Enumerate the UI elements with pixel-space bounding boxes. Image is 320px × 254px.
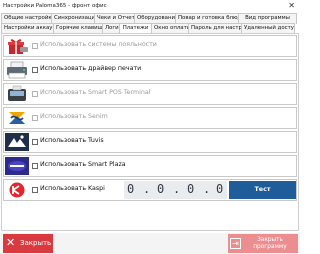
loyalty-label: Использовать системы лояльности <box>40 41 157 48</box>
print-driver-label: Использовать драйвер печати <box>40 65 142 72</box>
ip-octet-4[interactable]: 0 <box>216 182 223 196</box>
test-connection-button[interactable]: Тест подключения <box>229 181 296 211</box>
smart-pos-label: Использовать Smart POS Terminal <box>40 89 151 96</box>
loyalty-checkbox[interactable] <box>32 43 38 49</box>
senim-checkbox[interactable] <box>32 115 38 121</box>
kaspi-logo-icon <box>5 181 29 199</box>
kaspi-label: Использовать Kaspi <box>40 185 105 192</box>
print-driver-checkbox[interactable] <box>32 67 38 73</box>
ip-octet-3[interactable]: 0 <box>187 182 194 196</box>
smart-pos-checkbox[interactable] <box>32 91 38 97</box>
kaspi-checkbox[interactable] <box>32 187 38 193</box>
tuvis-logo-icon <box>5 133 29 151</box>
tuvis-row: Использовать Tuvis <box>3 131 297 153</box>
window-titlebar: Настройки Paloma365 - фронт офис ✕ <box>0 0 300 13</box>
senim-label: Использовать Senim <box>40 113 108 120</box>
senim-row: Использовать Senim <box>3 107 297 129</box>
smart-pos-terminal-icon <box>5 85 29 103</box>
kaspi-row: Использовать Kaspi 0 . 0 . 0 . 0 Тест по… <box>3 179 297 211</box>
smart-plaza-label: Использовать Smart Plaza <box>40 161 126 168</box>
ip-dot-3: . <box>203 182 211 196</box>
window-title: Настройки Paloma365 - фронт офис <box>3 3 107 9</box>
close-button-label: Закрыть <box>20 239 52 247</box>
smart-pos-row: Использовать Smart POS Terminal <box>3 83 297 105</box>
payments-panel: Использовать системы лояльности Использо… <box>1 33 299 231</box>
close-program-label: Закрыть программу <box>253 237 287 250</box>
ip-dot-2: . <box>173 182 181 196</box>
loyalty-row: Использовать системы лояльности <box>3 35 297 57</box>
kaspi-ip-input[interactable]: 0 . 0 . 0 . 0 <box>124 181 227 199</box>
print-driver-row: Использовать драйвер печати <box>3 59 297 81</box>
tuvis-checkbox[interactable] <box>32 139 38 145</box>
smart-plaza-logo-icon <box>5 157 29 175</box>
close-icon: ✕ <box>6 236 16 249</box>
exit-icon: ⇥ <box>230 238 241 249</box>
printer-driver-icon <box>5 61 29 79</box>
tuvis-label: Использовать Tuvis <box>40 137 104 144</box>
footer-bar: ✕ Закрыть ⇥ Закрыть программу <box>0 233 300 254</box>
smart-plaza-row: Использовать Smart Plaza <box>3 155 297 177</box>
ip-octet-2[interactable]: 0 <box>157 182 164 196</box>
window-close-icon[interactable]: ✕ <box>288 1 295 11</box>
ip-dot-1: . <box>143 182 151 196</box>
ip-octet-1[interactable]: 0 <box>127 182 134 196</box>
senim-logo-icon <box>5 109 29 127</box>
loyalty-gift-icon <box>5 37 29 55</box>
close-program-button[interactable]: ⇥ Закрыть программу <box>228 234 298 253</box>
close-button[interactable]: ✕ Закрыть <box>3 234 53 253</box>
smart-plaza-checkbox[interactable] <box>32 163 38 169</box>
